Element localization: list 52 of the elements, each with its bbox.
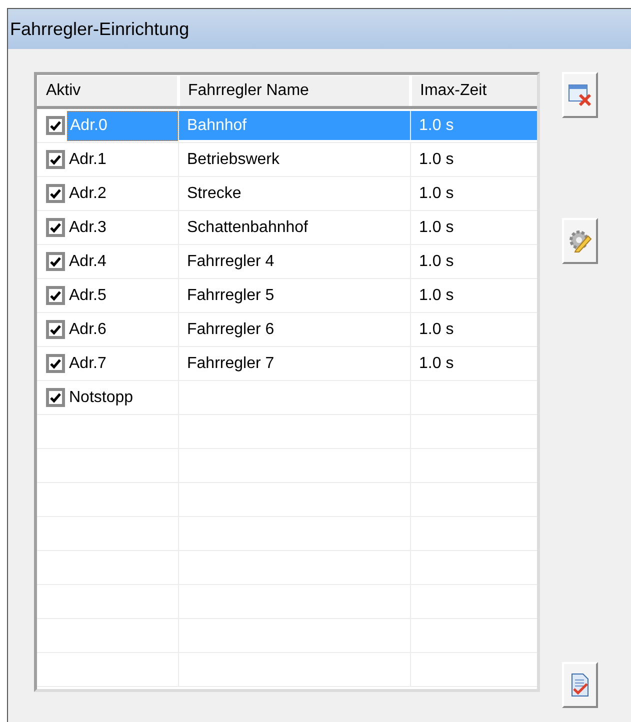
apply-button[interactable]: [562, 662, 598, 708]
address-cell[interactable]: Notstopp: [67, 382, 178, 412]
document-check-icon: [570, 673, 590, 697]
check-icon: [50, 358, 61, 368]
time-cell-text: 1.0 s: [418, 184, 454, 204]
name-cell-text: Fahrregler 5: [186, 286, 274, 306]
window-close-icon: [568, 84, 592, 106]
time-cell-text: 1.0 s: [418, 320, 454, 340]
checkbox[interactable]: [46, 286, 65, 305]
check-icon: [50, 256, 61, 266]
time-cell-text: 1.0 s: [418, 116, 454, 136]
window-title: Fahrregler-Einrichtung: [10, 18, 190, 41]
name-cell-text: Fahrregler 4: [186, 252, 274, 272]
time-cell-text: 1.0 s: [418, 354, 454, 374]
checkbox[interactable]: [46, 320, 65, 339]
time-cell-text: 1.0 s: [418, 252, 454, 272]
time-cell-text: 1.0 s: [418, 218, 454, 238]
checkbox[interactable]: [46, 252, 65, 271]
name-cell-text: Betriebswerk: [186, 150, 280, 170]
settings-button[interactable]: [562, 218, 598, 264]
gear-pencil-icon: [568, 229, 592, 253]
close-button[interactable]: [562, 72, 598, 118]
check-icon: [50, 392, 61, 402]
checkbox[interactable]: [46, 218, 65, 237]
address-cell[interactable]: Adr.5: [67, 280, 178, 310]
name-cell-text: Strecke: [186, 184, 242, 204]
checkbox[interactable]: [46, 116, 65, 135]
checkbox[interactable]: [46, 388, 65, 407]
check-icon: [50, 188, 61, 198]
name-cell-text: Bahnhof: [186, 116, 247, 136]
address-cell[interactable]: Adr.1: [67, 144, 178, 174]
check-icon: [50, 120, 61, 130]
address-cell[interactable]: Adr.3: [67, 212, 178, 242]
checkbox[interactable]: [46, 184, 65, 203]
name-cell-text: Fahrregler 6: [186, 320, 274, 340]
time-cell-text: 1.0 s: [418, 150, 454, 170]
column-header[interactable]: Imax-Zeit: [411, 75, 537, 106]
checkbox[interactable]: [46, 354, 65, 373]
column-header[interactable]: Fahrregler Name: [179, 75, 411, 106]
time-cell-text: 1.0 s: [418, 286, 454, 306]
name-cell-text: Fahrregler 7: [186, 354, 274, 374]
address-cell[interactable]: Adr.6: [67, 314, 178, 344]
check-icon: [50, 154, 61, 164]
address-cell[interactable]: Adr.2: [67, 178, 178, 208]
column-header[interactable]: Aktiv: [37, 75, 179, 106]
name-cell-text: Schattenbahnhof: [186, 218, 308, 238]
address-cell[interactable]: Adr.4: [67, 246, 178, 276]
check-icon: [50, 324, 61, 334]
check-icon: [50, 290, 61, 300]
checkbox[interactable]: [46, 150, 65, 169]
address-cell[interactable]: Adr.7: [67, 348, 178, 378]
check-icon: [50, 222, 61, 232]
